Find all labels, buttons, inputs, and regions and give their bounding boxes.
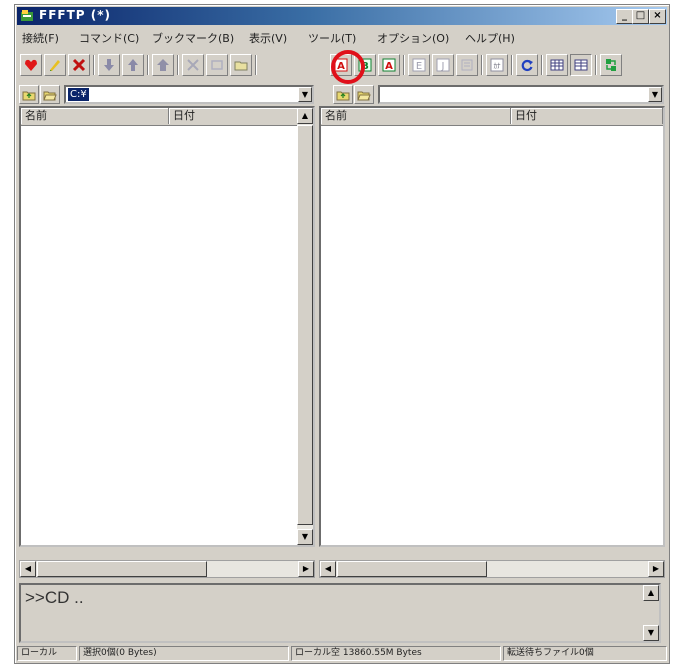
rename-icon[interactable] bbox=[206, 54, 228, 76]
remote-horizontal-scrollbar[interactable]: ◀ ▶ bbox=[319, 560, 665, 578]
menu-bar: 接続(F) コマンド(C) ブックマーク(B) 表示(V) ツール(T) オプシ… bbox=[17, 27, 667, 47]
status-selected: 選択0個(0 Bytes) bbox=[79, 646, 289, 661]
ffftp-window: FFFTP (*) _ □ × 接続(F) コマンド(C) ブックマーク(B) … bbox=[14, 4, 670, 664]
scroll-right-icon[interactable]: ▶ bbox=[298, 561, 314, 577]
local-file-list[interactable]: 名前 日付 ▲ ▼ bbox=[19, 106, 315, 547]
upload-icon[interactable] bbox=[122, 54, 144, 76]
kanji-jis-icon[interactable]: J bbox=[432, 54, 454, 76]
mirror-upload-icon[interactable] bbox=[152, 54, 174, 76]
no-conversion-icon[interactable] bbox=[456, 54, 478, 76]
remote-path-dropdown-icon[interactable]: ▼ bbox=[648, 87, 662, 102]
remote-file-list[interactable]: 名前 日付 bbox=[319, 106, 665, 547]
log-text: >>CD .. bbox=[25, 588, 84, 607]
menu-options[interactable]: オプション(O) bbox=[377, 30, 449, 46]
scroll-left-icon[interactable]: ◀ bbox=[20, 561, 36, 577]
window-title: FFFTP (*) bbox=[39, 8, 111, 22]
toolbar-separator bbox=[403, 55, 405, 75]
refresh-icon[interactable] bbox=[516, 54, 538, 76]
local-list-header: 名前 日付 bbox=[21, 108, 313, 126]
mkdir-icon[interactable] bbox=[230, 54, 252, 76]
local-path-combo[interactable]: C:¥ ▼ bbox=[64, 85, 314, 104]
remote-col-date[interactable]: 日付 bbox=[511, 108, 663, 124]
scroll-right-icon[interactable]: ▶ bbox=[648, 561, 664, 577]
toolbar-separator bbox=[177, 55, 179, 75]
menu-help[interactable]: ヘルプ(H) bbox=[465, 30, 515, 46]
remote-path-combo[interactable]: ▼ bbox=[378, 85, 664, 104]
scroll-thumb[interactable] bbox=[337, 561, 487, 577]
remote-open-folder-icon[interactable] bbox=[354, 85, 374, 104]
local-path-row: C:¥ ▼ bbox=[19, 83, 319, 105]
local-vertical-scrollbar[interactable]: ▲ ▼ bbox=[297, 108, 313, 545]
local-open-folder-icon[interactable] bbox=[40, 85, 60, 104]
delete-icon[interactable] bbox=[182, 54, 204, 76]
quick-connect-icon[interactable] bbox=[44, 54, 66, 76]
close-button[interactable]: × bbox=[649, 9, 666, 24]
menu-connect[interactable]: 接続(F) bbox=[22, 30, 59, 46]
log-scroll-up-icon[interactable]: ▲ bbox=[643, 585, 659, 601]
minimize-button[interactable]: _ bbox=[616, 9, 633, 24]
connect-icon[interactable] bbox=[20, 54, 42, 76]
kanji-jis-label: J bbox=[441, 61, 445, 72]
toolbar-separator bbox=[255, 55, 257, 75]
local-up-folder-icon[interactable] bbox=[19, 85, 39, 104]
local-path-value: C:¥ bbox=[68, 88, 89, 101]
status-local: ローカル bbox=[17, 646, 77, 661]
app-icon bbox=[20, 9, 34, 23]
maximize-button[interactable]: □ bbox=[632, 9, 649, 24]
remote-list-header: 名前 日付 bbox=[321, 108, 663, 126]
remote-up-folder-icon[interactable] bbox=[333, 85, 353, 104]
highlight-circle bbox=[331, 50, 365, 84]
log-scroll-down-icon[interactable]: ▼ bbox=[643, 625, 659, 641]
toolbar-separator bbox=[93, 55, 95, 75]
local-horizontal-scrollbar[interactable]: ◀ ▶ bbox=[19, 560, 315, 578]
menu-tools[interactable]: ツール(T) bbox=[308, 30, 356, 46]
scroll-left-icon[interactable]: ◀ bbox=[320, 561, 336, 577]
scroll-up-icon[interactable]: ▲ bbox=[297, 108, 313, 124]
kana-icon[interactable]: ｶﾅ bbox=[486, 54, 508, 76]
kana-label: ｶﾅ bbox=[494, 62, 502, 70]
sync-icon[interactable] bbox=[600, 54, 622, 76]
scroll-down-icon[interactable]: ▼ bbox=[297, 529, 313, 545]
menu-command[interactable]: コマンド(C) bbox=[79, 30, 139, 46]
log-panel[interactable]: >>CD .. ▲ ▼ bbox=[19, 583, 661, 643]
status-queue: 転送待ちファイル0個 bbox=[503, 646, 667, 661]
download-icon[interactable] bbox=[98, 54, 120, 76]
toolbar-separator bbox=[481, 55, 483, 75]
scroll-thumb[interactable] bbox=[297, 125, 313, 525]
menu-bookmark[interactable]: ブックマーク(B) bbox=[152, 30, 234, 46]
local-col-name[interactable]: 名前 bbox=[21, 108, 169, 124]
auto-mode-label: A bbox=[385, 61, 393, 72]
list-view-icon[interactable] bbox=[546, 54, 568, 76]
toolbar-separator bbox=[595, 55, 597, 75]
toolbar-separator bbox=[147, 55, 149, 75]
menu-view[interactable]: 表示(V) bbox=[249, 30, 287, 46]
title-bar[interactable]: FFFTP (*) _ □ × bbox=[17, 7, 667, 25]
local-path-dropdown-icon[interactable]: ▼ bbox=[298, 87, 312, 102]
remote-path-row: ▼ bbox=[333, 83, 667, 105]
auto-mode-icon[interactable]: A bbox=[378, 54, 400, 76]
status-bar: ローカル 選択0個(0 Bytes) ローカル空 13860.55M Bytes… bbox=[17, 646, 667, 661]
kanji-euc-label: E bbox=[416, 61, 422, 72]
toolbar-separator bbox=[511, 55, 513, 75]
scroll-thumb[interactable] bbox=[37, 561, 207, 577]
toolbar-separator bbox=[541, 55, 543, 75]
detail-view-icon[interactable] bbox=[570, 54, 592, 76]
remote-col-name[interactable]: 名前 bbox=[321, 108, 511, 124]
disconnect-icon[interactable] bbox=[68, 54, 90, 76]
kanji-euc-icon[interactable]: E bbox=[408, 54, 430, 76]
local-col-date[interactable]: 日付 bbox=[169, 108, 299, 124]
status-free-space: ローカル空 13860.55M Bytes bbox=[291, 646, 501, 661]
